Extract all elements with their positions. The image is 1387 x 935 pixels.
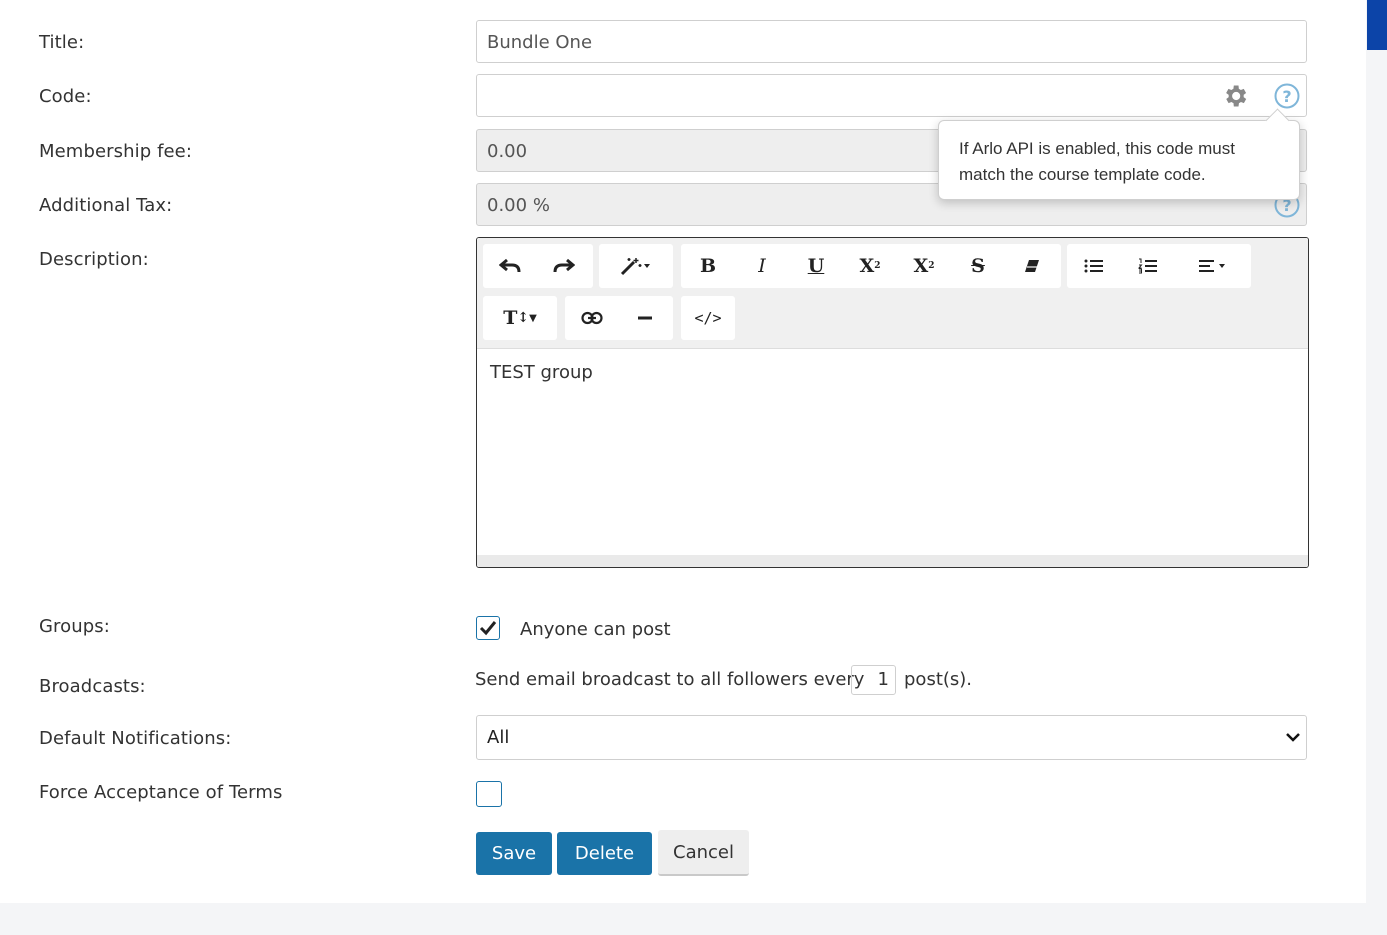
membership-fee-label: Membership fee:	[39, 141, 193, 162]
title-label: Title:	[39, 32, 85, 53]
code-view-icon[interactable]: </>	[681, 296, 735, 340]
anyone-can-post-label: Anyone can post	[520, 619, 671, 640]
rich-text-editor[interactable]: B I U X2 X2 S T ↕ ▼ </> TEST group	[476, 237, 1309, 568]
superscript-icon[interactable]: X2	[843, 244, 897, 288]
tooltip-text: If Arlo API is enabled, this code must m…	[959, 139, 1235, 184]
force-terms-label: Force Acceptance of Terms	[39, 782, 283, 803]
eraser-icon[interactable]	[1005, 244, 1059, 288]
check-icon	[479, 621, 497, 636]
font-size-group: T ↕ ▼	[483, 296, 557, 340]
align-dropdown-icon[interactable]	[1175, 244, 1251, 288]
format-group: B I U X2 X2 S	[681, 244, 1061, 288]
save-button[interactable]: Save	[476, 832, 552, 875]
title-input[interactable]: Bundle One	[476, 20, 1307, 63]
insert-group	[565, 296, 673, 340]
svg-text:?: ?	[1282, 87, 1291, 106]
strikethrough-icon[interactable]: S	[951, 244, 1005, 288]
link-icon[interactable]	[565, 296, 619, 340]
history-group	[483, 244, 593, 288]
anyone-can-post-checkbox[interactable]	[476, 616, 500, 640]
broadcast-prefix: Send email broadcast to all followers ev…	[475, 669, 865, 690]
redo-icon[interactable]	[537, 244, 591, 288]
broadcast-suffix: post(s).	[904, 669, 973, 690]
broadcasts-label: Broadcasts:	[39, 676, 146, 697]
font-size-icon[interactable]: T ↕ ▼	[483, 296, 557, 340]
bullet-list-icon[interactable]	[1067, 244, 1121, 288]
subscript-icon[interactable]: X2	[897, 244, 951, 288]
style-group	[599, 244, 673, 288]
code-input[interactable]: ?	[476, 74, 1307, 117]
default-notifications-label: Default Notifications:	[39, 728, 232, 749]
notifications-selected: All	[487, 727, 510, 748]
additional-tax-value: 0.00 %	[487, 195, 550, 216]
additional-tax-label: Additional Tax:	[39, 195, 173, 216]
groups-label: Groups:	[39, 616, 110, 637]
notifications-select[interactable]: All	[476, 715, 1307, 760]
cancel-button[interactable]: Cancel	[658, 830, 749, 876]
bold-icon[interactable]: B	[681, 244, 735, 288]
percent-unit: %	[532, 195, 550, 216]
italic-icon[interactable]: I	[735, 244, 789, 288]
editor-resize-handle[interactable]	[477, 555, 1308, 567]
code-view-group: </>	[681, 296, 735, 340]
underline-icon[interactable]: U	[789, 244, 843, 288]
gear-icon[interactable]	[1221, 82, 1249, 115]
description-label: Description:	[39, 249, 149, 270]
undo-icon[interactable]	[483, 244, 537, 288]
paragraph-group	[1067, 244, 1251, 288]
code-label: Code:	[39, 86, 92, 107]
code-help-tooltip: If Arlo API is enabled, this code must m…	[938, 108, 1300, 200]
title-value: Bundle One	[487, 32, 593, 53]
horizontal-rule-icon[interactable]	[619, 296, 673, 340]
chevron-down-icon	[1286, 733, 1300, 742]
delete-button[interactable]: Delete	[557, 832, 652, 875]
force-terms-checkbox[interactable]	[476, 781, 502, 807]
scrollbar-thumb[interactable]	[1367, 0, 1387, 50]
editor-content[interactable]: TEST group	[490, 362, 593, 383]
broadcast-count-input[interactable]: 1	[851, 665, 896, 695]
magic-wand-icon[interactable]	[599, 244, 673, 288]
membership-fee-value: 0.00	[487, 141, 528, 162]
editor-toolbar: B I U X2 X2 S T ↕ ▼ </>	[477, 238, 1308, 349]
numbered-list-icon[interactable]	[1121, 244, 1175, 288]
form-panel: Title: Bundle One Code: ? Membership fee…	[0, 0, 1366, 903]
